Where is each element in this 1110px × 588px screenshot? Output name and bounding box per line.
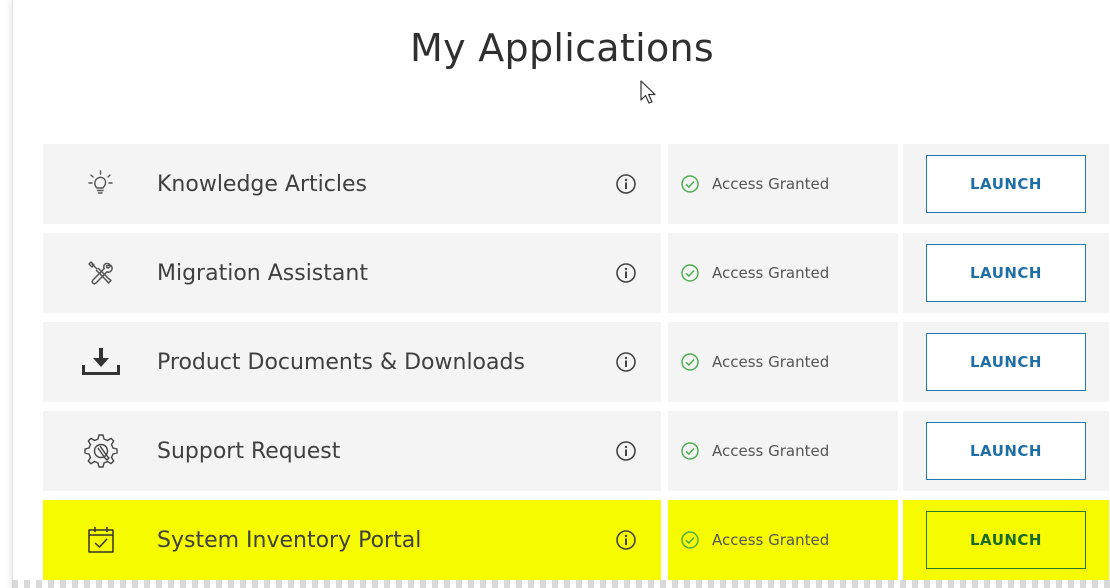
applications-list: Knowledge Articles Access Granted LAUNCH	[43, 144, 1110, 588]
status-text: Access Granted	[712, 264, 830, 282]
application-name: Migration Assistant	[157, 260, 368, 286]
mouse-cursor-icon	[640, 80, 656, 104]
access-status: Access Granted	[668, 233, 898, 313]
application-name: System Inventory Portal	[157, 527, 422, 553]
download-icon	[71, 342, 131, 382]
action-cell: LAUNCH	[903, 500, 1109, 580]
launch-button[interactable]: LAUNCH	[926, 244, 1086, 302]
launch-button[interactable]: LAUNCH	[926, 422, 1086, 480]
application-cell: System Inventory Portal	[43, 500, 661, 580]
tools-icon	[71, 253, 131, 293]
action-cell: LAUNCH	[903, 411, 1109, 491]
application-cell: Knowledge Articles	[43, 144, 661, 224]
application-row-product-documents: Product Documents & Downloads Access Gra…	[43, 322, 1110, 402]
check-circle-icon	[681, 353, 699, 371]
application-cell: Support Request	[43, 411, 661, 491]
info-icon[interactable]	[615, 351, 637, 373]
access-status: Access Granted	[668, 500, 898, 580]
check-circle-icon	[681, 264, 699, 282]
info-icon[interactable]	[615, 529, 637, 551]
check-circle-icon	[681, 531, 699, 549]
application-row-migration-assistant: Migration Assistant Access Granted LAUNC…	[43, 233, 1110, 313]
access-status: Access Granted	[668, 322, 898, 402]
launch-button[interactable]: LAUNCH	[926, 511, 1086, 569]
application-row-system-inventory-portal: System Inventory Portal Access Granted L…	[43, 500, 1110, 580]
status-text: Access Granted	[712, 442, 830, 460]
status-text: Access Granted	[712, 175, 830, 193]
application-row-knowledge-articles: Knowledge Articles Access Granted LAUNCH	[43, 144, 1110, 224]
status-text: Access Granted	[712, 531, 830, 549]
page-title: My Applications	[410, 26, 714, 70]
action-cell: LAUNCH	[903, 233, 1109, 313]
applications-panel: My Applications Knowledge Articles Acces…	[12, 0, 1110, 588]
gear-wrench-icon	[71, 431, 131, 471]
calendar-check-icon	[71, 520, 131, 560]
info-icon[interactable]	[615, 262, 637, 284]
lightbulb-icon	[71, 164, 131, 204]
application-name: Knowledge Articles	[157, 171, 367, 197]
application-cell: Product Documents & Downloads	[43, 322, 661, 402]
access-status: Access Granted	[668, 411, 898, 491]
launch-button[interactable]: LAUNCH	[926, 155, 1086, 213]
status-text: Access Granted	[712, 353, 830, 371]
application-row-support-request: Support Request Access Granted LAUNCH	[43, 411, 1110, 491]
application-name: Support Request	[157, 438, 341, 464]
check-circle-icon	[681, 175, 699, 193]
launch-button[interactable]: LAUNCH	[926, 333, 1086, 391]
action-cell: LAUNCH	[903, 322, 1109, 402]
info-icon[interactable]	[615, 440, 637, 462]
info-icon[interactable]	[615, 173, 637, 195]
check-circle-icon	[681, 442, 699, 460]
cropped-content-strip	[12, 580, 1110, 588]
application-cell: Migration Assistant	[43, 233, 661, 313]
application-name: Product Documents & Downloads	[157, 349, 525, 375]
access-status: Access Granted	[668, 144, 898, 224]
action-cell: LAUNCH	[903, 144, 1109, 224]
